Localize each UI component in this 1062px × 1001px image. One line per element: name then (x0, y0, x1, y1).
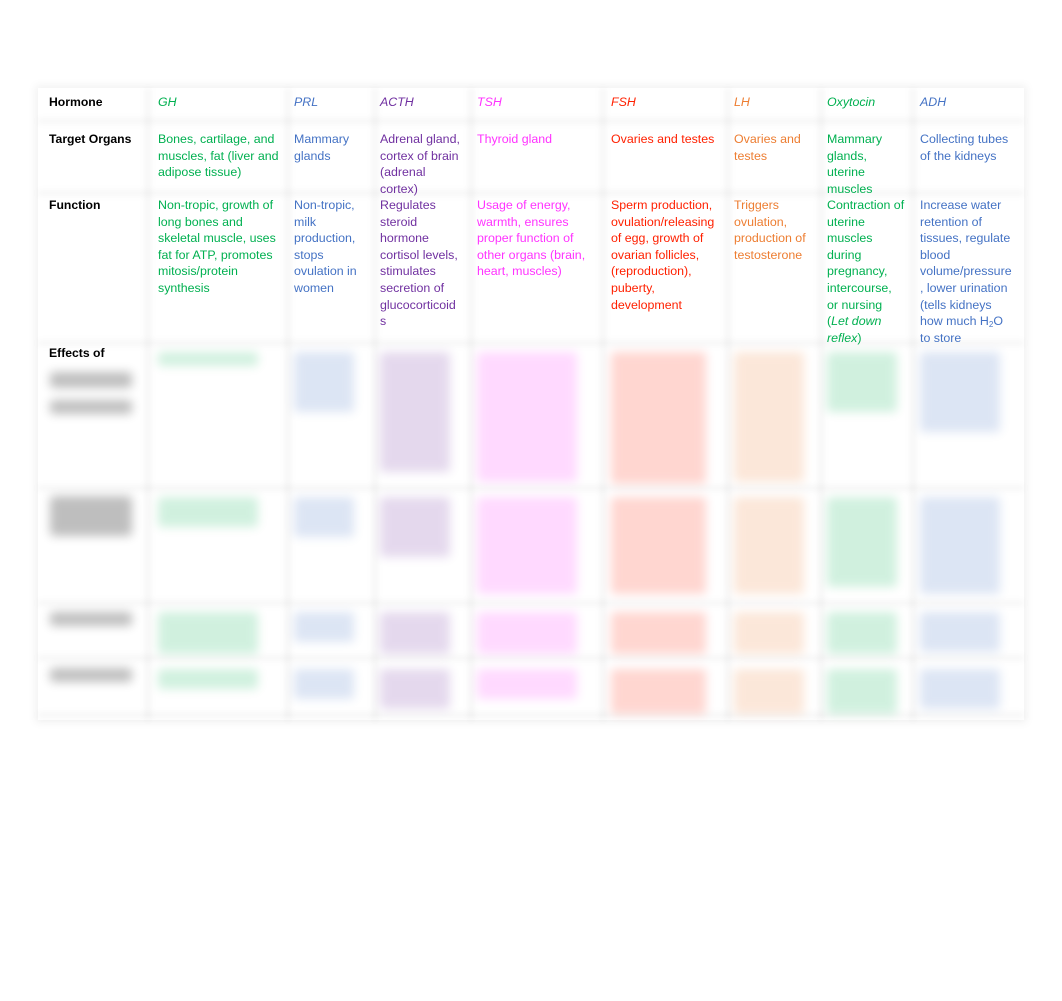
function-italic-text: Let down reflex (827, 314, 882, 345)
obscured-cell (477, 352, 577, 482)
obscured-cell (380, 497, 450, 557)
target-organs-fsh: Ovaries and testes (611, 132, 715, 146)
hormone-name-acth: ACTH (380, 95, 414, 109)
function-text: Usage of energy, warmth, ensures proper … (477, 198, 586, 279)
obscured-row-label (50, 400, 132, 414)
obscured-cell (920, 352, 1000, 432)
function-lh: Triggers ovulation, production of testos… (734, 197, 806, 263)
function-text: Non-tropic, milk production, stops ovula… (294, 198, 357, 295)
function-prl: Non-tropic, milk production, stops ovula… (294, 197, 357, 297)
target-organs-adh: Collecting tubes of the kidneys (920, 132, 1009, 163)
obscured-row-label (50, 496, 132, 536)
function-tsh: Usage of energy, warmth, ensures proper … (477, 197, 585, 280)
target-organs-gh: Bones, cartilage, and muscles, fat (live… (158, 132, 279, 180)
row-label-effects: Effects of (49, 346, 105, 360)
table-divider (468, 88, 474, 720)
obscured-cell (611, 669, 706, 714)
table-divider (725, 88, 731, 720)
obscured-cell (611, 612, 706, 654)
obscured-cell (380, 612, 450, 654)
function-text: Regulates steroid hormone cortisol level… (380, 198, 458, 329)
hormone-name-lh: LH (734, 95, 750, 109)
function-text-end: ) (857, 330, 862, 345)
obscured-cell (920, 497, 1000, 594)
function-text: Non-tropic, growth of long bones and ske… (158, 198, 276, 295)
obscured-cell (611, 497, 706, 594)
function-gh: Non-tropic, growth of long bones and ske… (158, 197, 276, 297)
obscured-cell (920, 669, 1000, 709)
obscured-cell (158, 612, 258, 654)
obscured-cell (294, 352, 354, 412)
target-organs-lh: Ovaries and testes (734, 132, 801, 163)
obscured-cell (827, 497, 897, 587)
obscured-cell (158, 669, 258, 689)
row-label-hormone: Hormone (49, 95, 103, 109)
function-adh: Increase water retention of tissues, reg… (920, 197, 1012, 346)
hormone-name-tsh: TSH (477, 95, 502, 109)
function-text: Increase water retention of tissues, reg… (920, 198, 1012, 329)
obscured-cell (611, 352, 706, 484)
table-divider (600, 88, 606, 720)
obscured-cell (827, 352, 897, 412)
obscured-cell (734, 352, 804, 482)
obscured-row-label (50, 668, 132, 682)
row-label-function: Function (49, 198, 101, 212)
obscured-cell (380, 669, 450, 709)
obscured-cell (158, 497, 258, 527)
obscured-cell (920, 612, 1000, 652)
obscured-cell (294, 669, 354, 699)
target-organs-prl: Mammary glands (294, 132, 350, 163)
obscured-cell (827, 669, 897, 714)
function-oxytocin: Contraction of uterine muscles during pr… (827, 197, 904, 346)
target-organs-oxytocin: Mammary glands, uterine muscles (827, 132, 883, 196)
hormone-name-gh: GH (158, 95, 177, 109)
hormone-name-prl: PRL (294, 95, 319, 109)
obscured-cell (477, 669, 577, 699)
table-divider (145, 88, 151, 720)
obscured-cell (158, 352, 258, 366)
function-acth: Regulates steroid hormone cortisol level… (380, 197, 458, 330)
row-label-target-organs: Target Organs (49, 132, 132, 146)
obscured-cell (294, 497, 354, 537)
obscured-cell (734, 497, 804, 594)
function-text: Sperm production, ovulation/releasing of… (611, 198, 715, 312)
table-divider (910, 88, 916, 720)
obscured-cell (294, 612, 354, 642)
function-text: Contraction of uterine muscles during pr… (827, 198, 905, 329)
hormone-name-adh: ADH (920, 95, 947, 109)
hormone-name-fsh: FSH (611, 95, 636, 109)
obscured-cell (477, 612, 577, 654)
target-organs-tsh: Thyroid gland (477, 132, 553, 146)
function-text: Triggers ovulation, production of testos… (734, 198, 806, 262)
obscured-cell (734, 669, 804, 714)
table-divider (38, 600, 1024, 606)
hormone-name-oxytocin: Oxytocin (827, 95, 876, 109)
obscured-row-label (50, 372, 132, 388)
obscured-row-label (50, 612, 132, 626)
table-divider (38, 485, 1024, 491)
table-divider (818, 88, 824, 720)
obscured-cell (380, 352, 450, 472)
obscured-cell (477, 497, 577, 594)
target-organs-acth: Adrenal gland, cortex of brain (adrenal … (380, 132, 460, 196)
function-fsh: Sperm production, ovulation/releasing of… (611, 197, 714, 313)
obscured-cell (734, 612, 804, 654)
obscured-cell (827, 612, 897, 654)
table-divider (38, 655, 1024, 661)
table-divider (285, 88, 291, 720)
table-divider (38, 118, 1024, 124)
table-divider (372, 88, 378, 720)
